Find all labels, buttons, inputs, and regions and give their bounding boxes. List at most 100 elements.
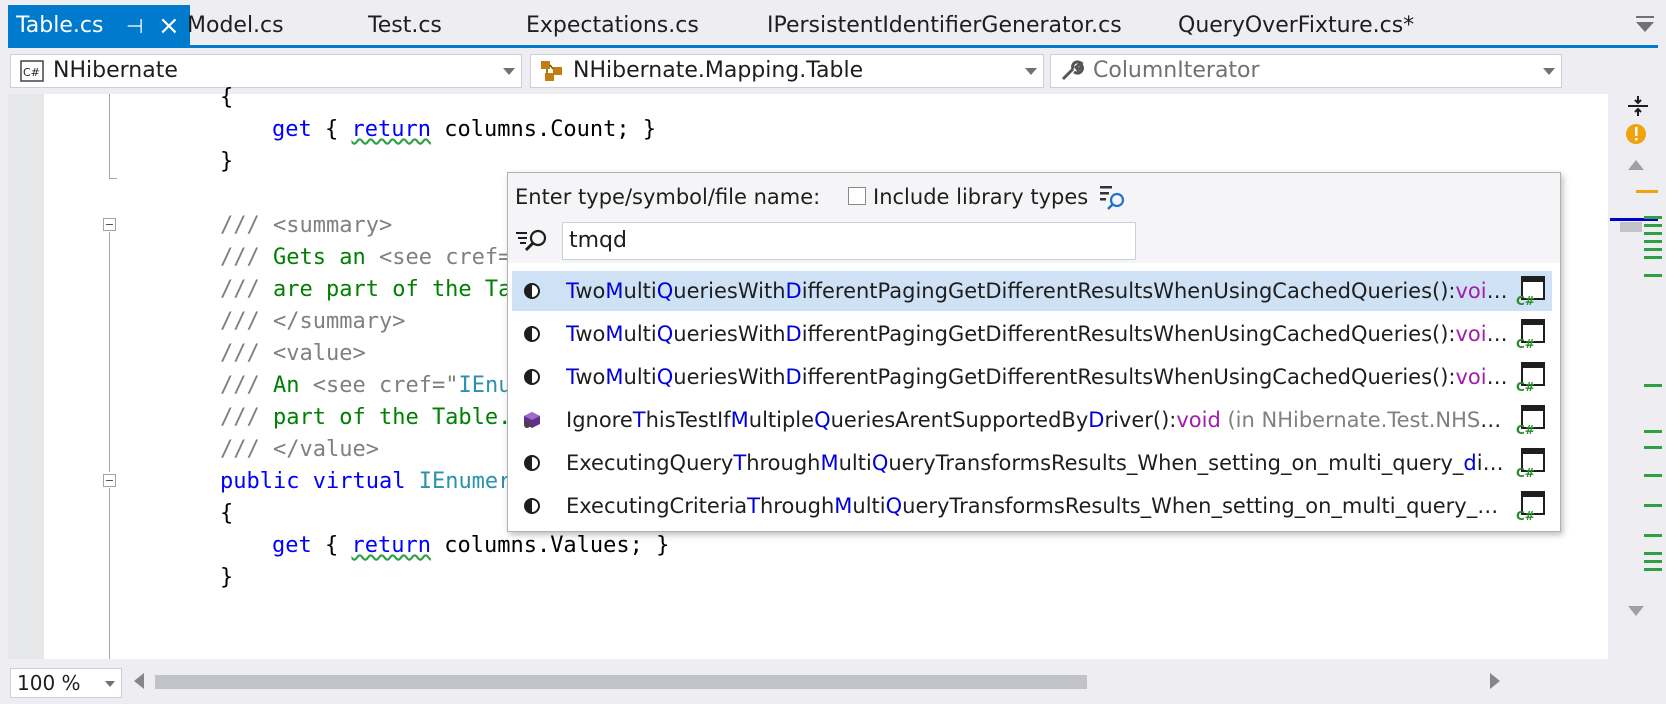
tab-label: IPersistentIdentifierGenerator.cs xyxy=(767,13,1122,38)
member-dropdown[interactable]: ColumnIterator xyxy=(1050,54,1562,88)
collapse-toggle-icon[interactable] xyxy=(103,218,116,231)
chevron-down-icon xyxy=(503,68,515,75)
csharp-file-icon: C# xyxy=(1516,405,1545,436)
svg-text:C#: C# xyxy=(1516,294,1535,307)
change-marker xyxy=(1644,430,1662,433)
tab-ipersistentidentifiergenerator-cs[interactable]: IPersistentIdentifierGenerator.cs xyxy=(767,5,1122,47)
scroll-up-icon[interactable] xyxy=(1628,160,1644,170)
collapse-toggle-icon[interactable] xyxy=(103,474,116,487)
result-item[interactable]: TwoMultiQueriesWithDifferentPagingGetDif… xyxy=(512,357,1552,397)
scroll-thumb[interactable] xyxy=(1620,222,1642,232)
svg-text:C#: C# xyxy=(1516,466,1535,479)
search-label: Enter type/symbol/file name: xyxy=(515,185,821,209)
svg-text:C#: C# xyxy=(23,66,40,79)
method-icon xyxy=(524,283,540,299)
code-line: { xyxy=(220,85,234,110)
result-location: (in NHibernate.Test.NHSpeci... xyxy=(1227,408,1511,432)
code-line: /// part of the Table. xyxy=(220,405,512,430)
protected-method-icon xyxy=(524,412,540,428)
document-tab-strip: Table.cs ⊣ × Model.cs Test.cs Expectatio… xyxy=(0,0,1666,47)
csharp-file-icon: C# xyxy=(1516,491,1545,522)
code-line: /// Gets an <see cref= xyxy=(220,245,512,270)
symbol-search-value: tmqd xyxy=(569,228,627,253)
code-line: public virtual IEnumer xyxy=(220,469,512,494)
method-icon xyxy=(524,369,540,385)
tab-test-cs[interactable]: Test.cs xyxy=(368,5,442,47)
scroll-left-icon[interactable] xyxy=(134,673,144,689)
code-line: } xyxy=(220,149,234,174)
result-item[interactable]: ExecutingQueryThroughMultiQueryTransform… xyxy=(512,443,1552,483)
zoom-level-value: 100 % xyxy=(17,671,81,695)
result-return-type: void xyxy=(1455,322,1500,346)
warning-icon[interactable] xyxy=(1624,122,1648,146)
type-dropdown[interactable]: NHibernate.Mapping.Table xyxy=(530,54,1044,88)
pin-icon[interactable]: ⊣ xyxy=(126,5,143,47)
result-name: IgnoreThisTestIfMultipleQueriesArentSupp… xyxy=(566,400,1511,440)
result-item[interactable]: IgnoreThisTestIfMultipleQueriesArentSupp… xyxy=(512,400,1552,440)
filter-search-icon[interactable] xyxy=(1098,183,1128,211)
close-icon[interactable]: × xyxy=(158,5,180,47)
symbol-search-input[interactable]: tmqd xyxy=(562,222,1136,260)
tab-queryoverfixture-cs[interactable]: QueryOverFixture.cs* xyxy=(1178,5,1414,47)
include-library-types-checkbox[interactable] xyxy=(848,187,866,205)
navigation-bar: C# NHibernate NHibernate.Mapping.Table C… xyxy=(0,50,1666,92)
change-marker xyxy=(1644,552,1662,555)
method-icon xyxy=(524,455,540,471)
active-tab-underline xyxy=(8,45,1658,48)
glyph-margin xyxy=(8,94,44,659)
svg-text:C#: C# xyxy=(1516,337,1535,350)
result-name: TwoMultiQueriesWithDifferentPagingGetDif… xyxy=(566,357,1511,397)
code-line: /// </summary> xyxy=(220,309,406,334)
project-name: NHibernate xyxy=(53,58,178,83)
tab-label: Model.cs xyxy=(187,13,284,38)
svg-text:C#: C# xyxy=(1516,509,1535,522)
code-line: get { return columns.Values; } xyxy=(272,533,670,558)
project-dropdown[interactable]: C# NHibernate xyxy=(10,54,522,88)
popup-header: Enter type/symbol/file name: Include lib… xyxy=(508,173,1560,263)
outline-line xyxy=(109,178,117,179)
warning-marker xyxy=(1636,190,1658,193)
scroll-down-icon[interactable] xyxy=(1628,606,1644,616)
include-library-types-label[interactable]: Include library types xyxy=(873,185,1088,209)
horizontal-scroll-thumb[interactable] xyxy=(155,675,1087,689)
svg-text:C#: C# xyxy=(1516,423,1535,436)
change-marker xyxy=(1644,224,1662,227)
csharp-project-icon: C# xyxy=(20,60,44,82)
change-marker xyxy=(1644,256,1662,259)
member-name: ColumnIterator xyxy=(1093,58,1260,83)
outline-line xyxy=(109,94,110,178)
outline-line xyxy=(109,598,110,659)
class-icon xyxy=(541,61,562,81)
type-name: NHibernate.Mapping.Table xyxy=(573,58,864,83)
outline-line xyxy=(109,232,110,472)
tab-expectations-cs[interactable]: Expectations.cs xyxy=(526,5,699,47)
code-line: { xyxy=(220,501,234,526)
change-marker xyxy=(1644,534,1662,537)
zoom-level-dropdown[interactable]: 100 % xyxy=(10,668,122,698)
tab-overflow-dropdown-icon[interactable] xyxy=(1632,12,1658,36)
code-line: get { return columns.Count; } xyxy=(272,117,657,142)
change-marker xyxy=(1644,504,1662,507)
scroll-right-icon[interactable] xyxy=(1490,673,1500,689)
tab-table-cs[interactable]: Table.cs ⊣ × xyxy=(8,5,190,47)
chevron-down-icon xyxy=(105,681,115,687)
result-name: TwoMultiQueriesWithDifferentPagingGetDif… xyxy=(566,271,1511,311)
result-item[interactable]: ExecutingCriteriaThroughMultiQueryTransf… xyxy=(512,486,1552,526)
result-return-type: void xyxy=(1176,408,1221,432)
result-item[interactable]: TwoMultiQueriesWithDifferentPagingGetDif… xyxy=(512,314,1552,354)
outline-line xyxy=(109,488,110,598)
method-icon xyxy=(524,326,540,342)
change-marker xyxy=(1644,216,1662,219)
result-name: ExecutingQueryThroughMultiQueryTransform… xyxy=(566,451,1511,475)
svg-text:C#: C# xyxy=(1516,380,1535,393)
chevron-down-icon xyxy=(1025,68,1037,75)
result-name: ExecutingCriteriaThroughMultiQueryTransf… xyxy=(566,494,1511,518)
result-return-type: void xyxy=(1455,365,1500,389)
result-name: TwoMultiQueriesWithDifferentPagingGetDif… xyxy=(566,314,1511,354)
code-line: /// </value> xyxy=(220,437,379,462)
code-line: } xyxy=(220,565,234,590)
vertical-scrollbar[interactable] xyxy=(1608,94,1666,659)
result-item[interactable]: TwoMultiQueriesWithDifferentPagingGetDif… xyxy=(512,271,1552,311)
tab-model-cs[interactable]: Model.cs xyxy=(187,5,284,47)
split-handle-icon[interactable] xyxy=(1626,94,1650,118)
